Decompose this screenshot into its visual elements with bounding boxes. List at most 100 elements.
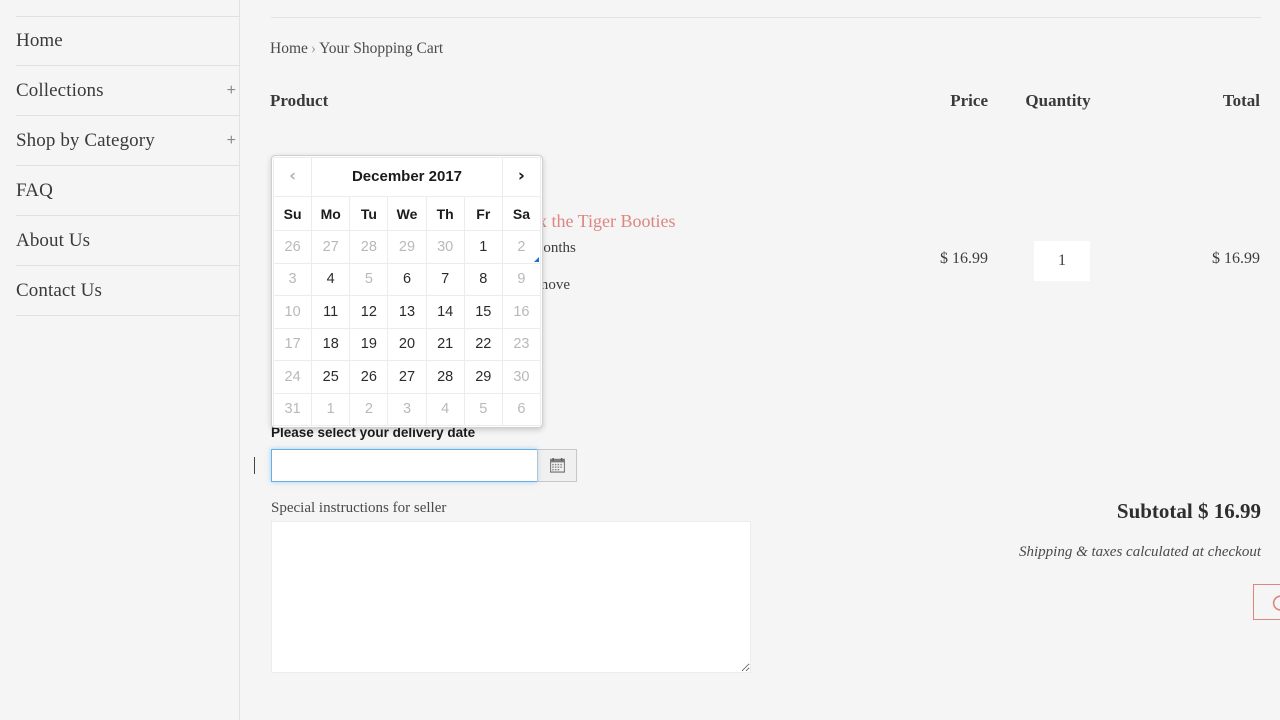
datepicker-day-number: 8 <box>479 271 487 287</box>
datepicker-next-month-button[interactable]: › <box>502 158 540 197</box>
datepicker-day-cell[interactable]: 21 <box>426 328 464 361</box>
special-instructions-textarea[interactable] <box>271 521 751 673</box>
sidebar-item-collections[interactable]: Collections + <box>16 66 240 116</box>
delivery-date-input[interactable] <box>271 449 537 482</box>
datepicker-week-row: 10111213141516 <box>274 296 541 329</box>
datepicker-day-number: 21 <box>437 336 453 352</box>
datepicker-prev-month-button[interactable]: ‹ <box>274 158 312 197</box>
datepicker-day-number: 9 <box>517 271 525 287</box>
datepicker-day-cell[interactable]: 14 <box>426 296 464 329</box>
datepicker-day-cell[interactable]: 28 <box>426 361 464 394</box>
datepicker-day-number: 22 <box>475 336 491 352</box>
product-price: $ 16.99 <box>868 250 988 268</box>
datepicker-day-cell: 9 <box>502 263 540 296</box>
datepicker-day-cell[interactable]: 26 <box>350 361 388 394</box>
sidebar-item-shop-by-category[interactable]: Shop by Category + <box>16 116 240 166</box>
datepicker-day-number: 29 <box>475 369 491 385</box>
datepicker-day-number: 27 <box>399 369 415 385</box>
datepicker-day-number: 4 <box>327 271 335 287</box>
datepicker-day-cell[interactable]: 1 <box>464 231 502 264</box>
breadcrumb-home-link[interactable]: Home <box>270 40 308 57</box>
datepicker-table: ‹ December 2017 › SuMoTuWeThFrSa 2627282… <box>273 157 541 426</box>
chevron-right-icon: › <box>518 166 525 186</box>
datepicker-day-number: 15 <box>475 304 491 320</box>
quantity-input[interactable] <box>1034 241 1090 281</box>
datepicker-day-number: 3 <box>289 271 297 287</box>
column-header-total: Total <box>1138 91 1260 111</box>
shipping-tax-note: Shipping & taxes calculated at checkout <box>860 544 1261 561</box>
datepicker-day-cell: 6 <box>502 393 540 426</box>
datepicker-day-number: 7 <box>441 271 449 287</box>
datepicker-week-row: 2425 26 27 28 29 30 <box>274 361 541 394</box>
sidebar-item-label: FAQ <box>16 180 53 202</box>
datepicker-day-cell: 17 <box>274 328 312 361</box>
datepicker-day-cell: 29 <box>388 231 426 264</box>
datepicker-day-cell[interactable]: 18 <box>312 328 350 361</box>
sidebar-nav: Home Collections + Shop by Category + FAQ Abou… <box>0 0 240 720</box>
sidebar-item-label: Collections <box>16 80 104 102</box>
datepicker-day-cell[interactable]: 11 <box>312 296 350 329</box>
datepicker-day-number: 28 <box>361 239 377 255</box>
column-header-price: Price <box>868 91 988 111</box>
sidebar-item-contact-us[interactable]: Contact Us <box>16 266 240 316</box>
sidebar-item-about-us[interactable]: About Us <box>16 216 240 266</box>
calendar-toggle-button[interactable] <box>537 449 577 482</box>
update-cart-button[interactable] <box>1253 584 1280 620</box>
product-line-total: $ 16.99 <box>1138 250 1260 268</box>
datepicker-weekday-sa: Sa <box>502 197 540 231</box>
refresh-icon <box>1271 593 1280 612</box>
product-title-link[interactable]: ax the Tiger Booties <box>530 211 676 232</box>
datepicker-day-number: 23 <box>513 336 529 352</box>
subtotal-value: $ 16.99 <box>1198 499 1261 523</box>
sidebar-item-home[interactable]: Home <box>16 16 240 66</box>
sidebar-item-faq[interactable]: FAQ <box>16 166 240 216</box>
datepicker-day-cell[interactable]: 20 <box>388 328 426 361</box>
breadcrumb: Home›Your Shopping Cart <box>270 40 443 58</box>
datepicker-popup[interactable]: ‹ December 2017 › SuMoTuWeThFrSa 2627282… <box>271 155 543 428</box>
breadcrumb-current: Your Shopping Cart <box>319 40 443 57</box>
datepicker-day-number: 2 <box>517 239 525 255</box>
datepicker-day-cell[interactable]: 15 <box>464 296 502 329</box>
datepicker-day-cell[interactable]: 27 <box>388 361 426 394</box>
delivery-date-field-group <box>271 449 577 482</box>
datepicker-day-cell: 31 <box>274 393 312 426</box>
datepicker-day-number: 2 <box>365 401 373 417</box>
datepicker-day-number: 11 <box>323 304 338 320</box>
chevron-left-icon: ‹ <box>289 166 296 186</box>
datepicker-day-number: 31 <box>285 401 301 417</box>
sidebar-item-label: Shop by Category <box>16 130 155 152</box>
header-divider <box>271 17 1261 18</box>
datepicker-day-number: 10 <box>285 304 301 320</box>
datepicker-day-number: 28 <box>437 369 453 385</box>
expand-plus-icon[interactable]: + <box>227 82 240 100</box>
datepicker-day-cell[interactable]: 8 <box>464 263 502 296</box>
expand-plus-icon[interactable]: + <box>227 132 240 150</box>
datepicker-day-cell[interactable]: 22 <box>464 328 502 361</box>
datepicker-day-cell[interactable]: 25 <box>312 361 350 394</box>
datepicker-day-cell: 30 <box>502 361 540 394</box>
datepicker-day-number: 14 <box>437 304 453 320</box>
datepicker-day-cell: 24 <box>274 361 312 394</box>
datepicker-day-number: 26 <box>361 369 377 385</box>
datepicker-day-cell[interactable]: 7 <box>426 263 464 296</box>
subtotal-row: Subtotal $ 16.99 <box>940 499 1261 524</box>
datepicker-day-cell[interactable]: 6 <box>388 263 426 296</box>
calendar-icon <box>550 458 565 473</box>
datepicker-weekday-mo: Mo <box>312 197 350 231</box>
datepicker-day-cell: 27 <box>312 231 350 264</box>
datepicker-day-number: 17 <box>285 336 301 352</box>
datepicker-week-row: 3456789 <box>274 263 541 296</box>
datepicker-header-row: ‹ December 2017 › <box>274 158 541 197</box>
datepicker-day-cell[interactable]: 19 <box>350 328 388 361</box>
datepicker-day-number: 18 <box>323 336 339 352</box>
datepicker-day-number: 5 <box>479 401 487 417</box>
datepicker-day-cell[interactable]: 29 <box>464 361 502 394</box>
datepicker-day-cell[interactable]: 13 <box>388 296 426 329</box>
datepicker-week-row: 31123456 <box>274 393 541 426</box>
datepicker-day-cell: 5 <box>464 393 502 426</box>
datepicker-day-cell[interactable]: 4 <box>312 263 350 296</box>
datepicker-day-number: 6 <box>403 271 411 287</box>
datepicker-day-cell[interactable]: 12 <box>350 296 388 329</box>
datepicker-day-cell: 1 <box>312 393 350 426</box>
datepicker-weekday-th: Th <box>426 197 464 231</box>
